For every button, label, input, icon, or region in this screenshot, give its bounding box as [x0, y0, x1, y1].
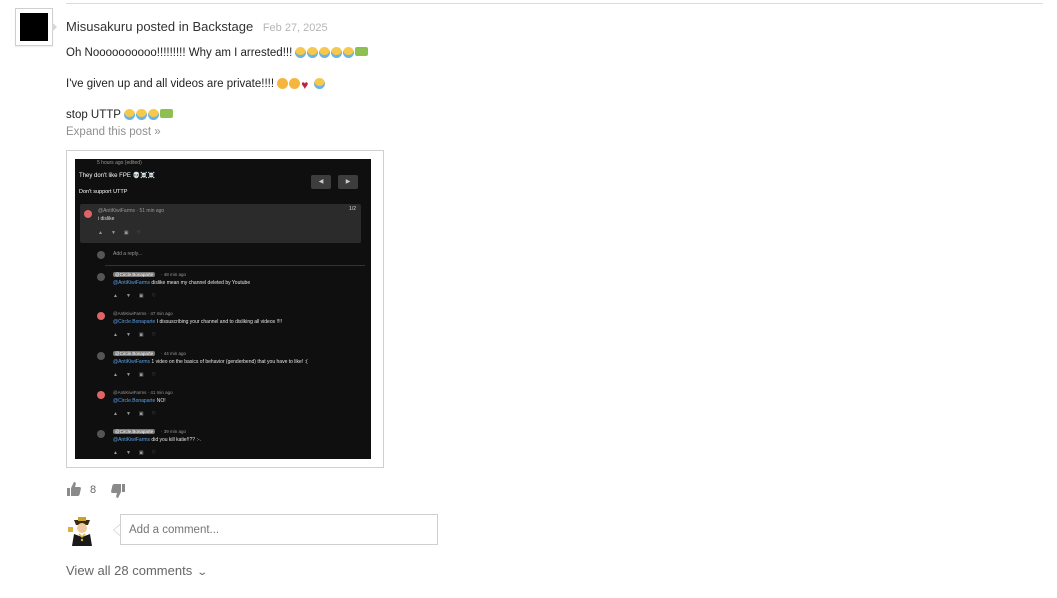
reply-comment: @AntiKiwiFarms · 47 min ago @Circle.Bonap…: [75, 310, 375, 348]
reply-mention: @Circle.Bonaparte: [113, 319, 157, 325]
reply-actions: ▲▼▣♡: [113, 450, 165, 456]
meh-emoji-icon: [289, 78, 301, 89]
reply-text: @AntiKiwiFarms dislike mean my channel d…: [113, 280, 251, 286]
reply-meta: @AntiKiwiFarms · 41 min ago: [113, 390, 173, 395]
attachment-meta: 5 hours ago (edited): [97, 160, 142, 166]
cry-emoji-icon: [319, 47, 331, 58]
reply-mention: @AntiKiwiFarms: [113, 437, 152, 443]
reply-comment: @Circle.Bonaparte · 48 min ago @AntiKiwiFa…: [75, 271, 375, 309]
reply-avatar: [97, 273, 105, 281]
thumbs-up-icon[interactable]: [66, 481, 82, 497]
attachment-title: They don't like FPE 💀☠️☠️: [79, 173, 155, 179]
reply-meta: · 48 min ago: [161, 272, 187, 277]
post-line-2: I've given up and all videos are private…: [66, 76, 326, 92]
commenter-avatar: [84, 210, 92, 218]
reply-mention: @Circle.Bonaparte: [113, 398, 157, 404]
view-all-comments-link[interactable]: View all 28 comments ⌄: [66, 563, 209, 578]
gun-emoji-icon: [355, 47, 369, 56]
post-line-3: stop UTTP: [66, 107, 174, 123]
reply-mention: @AntiKiwiFarms: [113, 280, 152, 286]
cry-emoji-icon: [123, 109, 135, 120]
post-line-1: Oh Noooooooooo!!!!!!!!! Why am I arreste…: [66, 45, 369, 61]
heart-emoji-icon: [301, 78, 313, 89]
reply-meta: · 44 min ago: [161, 351, 187, 356]
reply-divider: [105, 265, 365, 266]
cry-emoji-icon: [147, 109, 159, 120]
meh-emoji-icon: [277, 78, 289, 89]
reply-text: @AntiKiwiFarms 1 video on the basics of …: [113, 359, 308, 365]
add-reply-text: Add a reply...: [113, 251, 143, 257]
view-all-label: View all 28 comments: [66, 563, 193, 578]
chevron-down-icon: ⌄: [196, 567, 209, 578]
gun-emoji-icon: [159, 109, 173, 118]
main-comment-user: @AntiKiwiFarms · 51 min ago: [98, 208, 165, 214]
reply-avatar: [97, 391, 105, 399]
prev-arrow-icon: ◀: [311, 175, 331, 189]
reply-actions: ▲▼▣♡: [113, 372, 165, 378]
like-count: 8: [90, 484, 97, 496]
reply-text: @Circle.Bonaparte NO!: [113, 398, 166, 404]
reply-comment: @Circle.Bonaparte · 39 min ago @AntiKiwiFa…: [75, 428, 375, 459]
comment-box-pointer: [113, 524, 120, 536]
cry-emoji-icon: [343, 47, 355, 58]
attachment-subtitle: Don't support UTTP: [79, 189, 128, 195]
current-user-avatar[interactable]: [66, 514, 98, 546]
main-comment-card: 1/2 @AntiKiwiFarms · 51 min ago i dislik…: [80, 204, 361, 243]
post-date[interactable]: Feb 27, 2025: [263, 22, 328, 34]
reply-meta: · 39 min ago: [161, 429, 187, 434]
post-header: Misusakuru posted in Backstage Feb 27, 2…: [66, 18, 1026, 37]
reply-actions: ▲▼▣♡: [113, 293, 165, 299]
posted-in-text: posted in: [136, 19, 189, 34]
reply-text: @AntiKiwiFarms did you kill katie!!?? :-…: [113, 437, 201, 443]
cry-emoji-icon: [307, 47, 319, 58]
pager: 1/2: [349, 206, 356, 212]
cry-emoji-icon: [135, 109, 147, 120]
reply-user-tag: @Circle.Bonaparte: [113, 351, 156, 356]
reply-actions: ▲▼▣♡: [113, 332, 165, 338]
reply-avatar: [97, 352, 105, 360]
add-comment-input[interactable]: [120, 514, 438, 545]
author-avatar[interactable]: [15, 8, 53, 46]
reply-avatar: [97, 251, 105, 259]
channel-link[interactable]: Backstage: [192, 19, 253, 34]
next-arrow-icon: ▶: [338, 175, 358, 189]
post: Misusakuru posted in Backstage Feb 27, 2…: [66, 18, 1026, 578]
attachment-image[interactable]: 5 hours ago (edited) They don't like FPE…: [66, 150, 384, 468]
reply-meta: @AntiKiwiFarms · 47 min ago: [113, 311, 173, 316]
reply-mention: @AntiKiwiFarms: [113, 359, 152, 365]
cry-emoji-icon: [295, 47, 307, 58]
reply-comment: @AntiKiwiFarms · 41 min ago @Circle.Bonap…: [75, 389, 375, 427]
avatar-pointer: [52, 22, 57, 32]
reply-avatar: [97, 312, 105, 320]
screenshot-edge: [371, 159, 375, 459]
top-divider: [66, 3, 1043, 4]
cry-emoji-icon: [314, 78, 326, 89]
reply-user-tag: @Circle.Bonaparte: [113, 429, 156, 434]
expand-post-link[interactable]: Expand this post »: [66, 126, 161, 138]
cry-emoji-icon: [331, 47, 343, 58]
comment-actions: ▲▼▣♡: [98, 230, 150, 236]
thumbs-down-icon[interactable]: [110, 483, 126, 499]
reply-avatar: [97, 430, 105, 438]
author-link[interactable]: Misusakuru: [66, 19, 132, 34]
main-comment-text: i dislike: [98, 216, 115, 222]
reply-user-tag: @Circle.Bonaparte: [113, 272, 156, 277]
reply-text: @Circle.Bonaparte I dissuscribing your c…: [113, 319, 283, 325]
reply-comment: @Circle.Bonaparte · 44 min ago @AntiKiwiFa…: [75, 350, 375, 388]
reply-actions: ▲▼▣♡: [113, 411, 165, 417]
screenshot-thumbnail: 5 hours ago (edited) They don't like FPE…: [75, 159, 375, 459]
